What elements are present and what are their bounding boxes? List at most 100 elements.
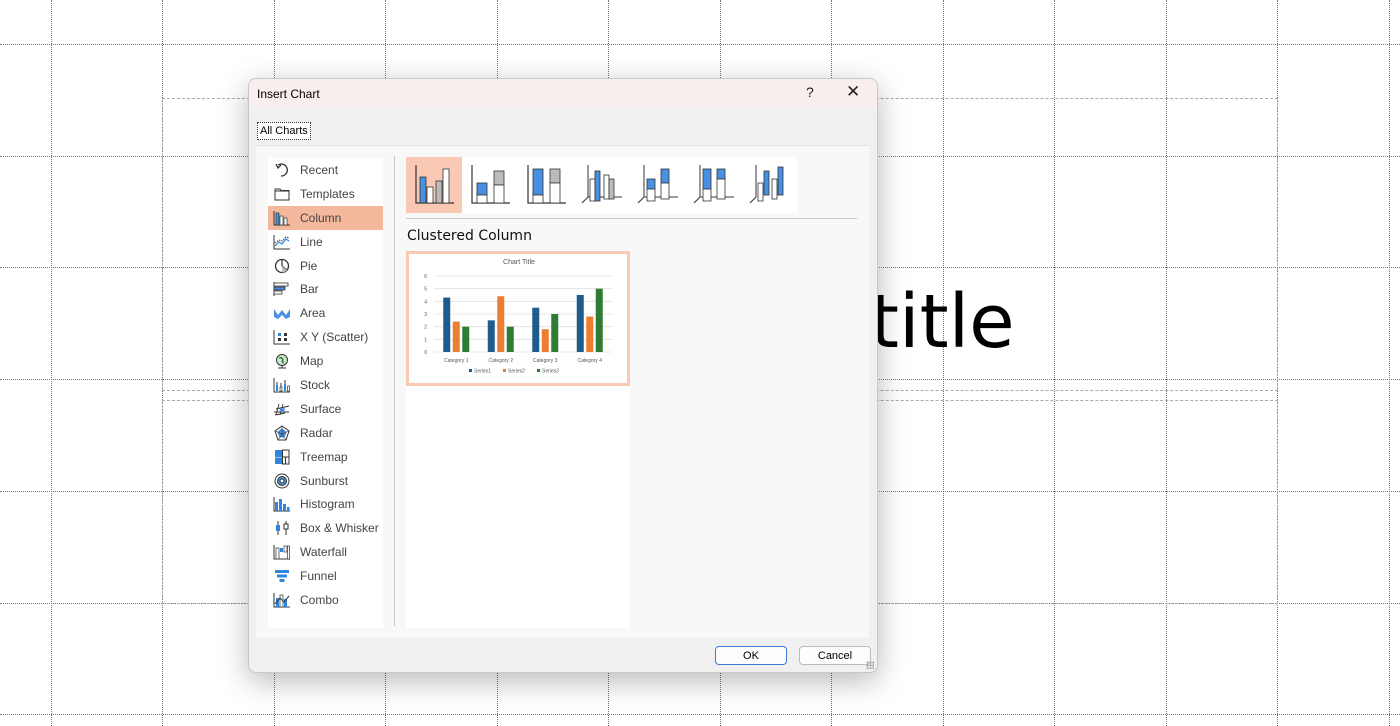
legend-label: Series2 [508,369,525,375]
chart-type-sunburst[interactable]: Sunburst [268,469,383,493]
gridline [0,44,1400,45]
chart-type-pie[interactable]: Pie [268,254,383,278]
ok-button[interactable]: OK [715,646,787,665]
dialog-titlebar[interactable]: Insert Chart ? ✕ [249,79,877,108]
gridline [0,714,1400,715]
chart-type-box-whisker[interactable]: Box & Whisker [268,516,383,540]
stacked-column-icon [468,161,512,210]
bar-series2-1 [452,321,460,352]
x-tick-label: Category 1 [444,358,469,364]
chart-type-stock[interactable]: Stock [268,373,383,397]
x-tick-label: Category 4 [578,358,603,364]
bar-series3-2 [506,326,514,352]
chart-type-label: Combo [300,592,339,607]
clustered-column-icon [412,161,456,210]
chart-type-treemap[interactable]: Treemap [268,445,383,469]
map-chart-icon [272,353,292,369]
subtype-clustered-column[interactable] [406,157,462,213]
histogram-chart-icon [272,496,292,512]
chart-type-label: Sunburst [300,473,349,488]
bar-series2-3 [541,329,549,352]
dialog-title: Insert Chart [257,87,320,101]
subtype-3d-stacked-column[interactable] [630,157,686,213]
chart-type-label: Surface [300,401,342,416]
3d-column-icon [748,161,792,210]
legend-swatch [469,369,472,372]
treemap-chart-icon [272,449,292,465]
subtype-3d-100-stacked-column[interactable] [686,157,742,213]
folder-icon [272,186,292,202]
y-tick-label: 2 [424,325,427,331]
chart-subtype-gallery [406,157,798,213]
x-tick-label: Category 2 [489,358,514,364]
chart-type-histogram[interactable]: Histogram [268,492,383,516]
chart-type-list: Recent Templates Column Line Pie Bar Area X Y (… [268,158,383,628]
chart-type-label: Treemap [300,449,348,464]
radar-chart-icon [272,425,292,441]
chart-type-label: Column [300,210,342,225]
chart-type-label: Histogram [300,497,355,512]
cancel-button[interactable]: Cancel [799,646,871,665]
preview-panel: Chart Title 0 1 2 3 4 5 6 Category 1 Category 2 Ca… [406,251,630,628]
chart-type-label: Box & Whisker [300,521,379,536]
bar-series1-3 [532,307,540,352]
slide-title-text[interactable]: title [870,285,1015,359]
100-stacked-column-icon [524,161,568,210]
chart-type-label: Recent [300,162,339,177]
chart-type-bar[interactable]: Bar [268,277,383,301]
scatter-chart-icon [272,329,292,345]
legend-label: Series1 [474,369,491,375]
chart-type-label: Line [300,234,323,249]
chart-type-label: Stock [300,377,331,392]
chart-type-surface[interactable]: Surface [268,397,383,421]
legend-swatch [537,369,540,372]
chart-preview[interactable]: Chart Title 0 1 2 3 4 5 6 Category 1 Category 2 Ca… [406,251,630,386]
dialog-content: Recent Templates Column Line Pie Bar Area X Y (… [256,145,869,638]
x-tick-label: Category 3 [533,358,558,364]
legend-label: Series3 [542,369,559,375]
tab-all-charts[interactable]: All Charts [257,122,311,140]
subtype-3d-column[interactable] [742,157,798,213]
y-tick-label: 0 [424,350,427,356]
help-button[interactable]: ? [806,84,814,100]
sunburst-chart-icon [272,473,292,489]
chart-type-label: Map [300,354,324,369]
bar-series1-4 [576,295,584,352]
chart-type-area[interactable]: Area [268,301,383,325]
gridline [51,0,52,726]
y-tick-label: 5 [424,287,427,293]
chart-type-line[interactable]: Line [268,230,383,254]
preview-chart-svg: Chart Title 0 1 2 3 4 5 6 Category 1 Category 2 Ca… [424,259,612,375]
bar-series2-2 [497,296,505,352]
chart-type-column[interactable]: Column [268,205,383,230]
subtype-3d-clustered-column[interactable] [574,157,630,213]
box-whisker-chart-icon [272,520,292,536]
bar-series3-3 [551,314,559,352]
chart-type-label: Templates [300,186,355,201]
chart-type-x-y-scatter[interactable]: X Y (Scatter) [268,325,383,349]
funnel-chart-icon [272,568,292,584]
pie-chart-icon [272,258,292,274]
combo-chart-icon [272,592,292,608]
subtype-name: Clustered Column [407,228,532,244]
column-chart-icon [272,210,292,226]
bar-series3-1 [462,326,470,352]
chart-type-label: X Y (Scatter) [300,330,369,345]
chart-type-radar[interactable]: Radar [268,421,383,445]
chart-type-label: Funnel [300,569,337,584]
chart-type-combo[interactable]: Combo [268,588,383,612]
divider [406,218,857,219]
chart-type-waterfall[interactable]: Waterfall [268,540,383,564]
chart-type-label: Bar [300,282,319,297]
recent-icon [272,162,292,178]
resize-grip[interactable] [866,661,874,669]
close-button[interactable]: ✕ [846,82,860,102]
chart-type-recent[interactable]: Recent [268,158,383,182]
gridline [1389,0,1390,726]
subtype-stacked-column[interactable] [462,157,518,213]
legend-swatch [503,369,506,372]
chart-type-map[interactable]: Map [268,349,383,373]
subtype-100-stacked-column[interactable] [518,157,574,213]
chart-type-templates[interactable]: Templates [268,182,383,206]
chart-type-funnel[interactable]: Funnel [268,564,383,588]
